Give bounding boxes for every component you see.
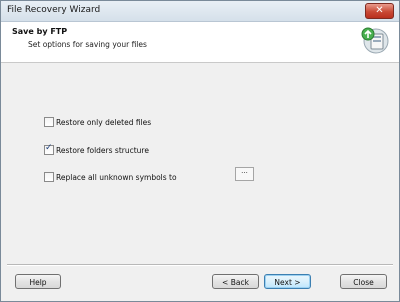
page-title: Save by FTP (12, 27, 68, 36)
back-button[interactable]: < Back (212, 274, 259, 289)
options-panel: Restore only deleted files Restore folde… (1, 63, 399, 263)
page-subtitle: Set options for saving your files (28, 40, 147, 49)
restore-folders-checkbox[interactable] (44, 143, 54, 155)
help-button[interactable]: Help (15, 274, 61, 289)
title-bar: File Recovery Wizard ✕ (1, 1, 399, 22)
option-replace-symbols[interactable]: Replace all unknown symbols to (44, 172, 177, 182)
ftp-save-icon (361, 27, 389, 54)
option-label: Restore folders structure (56, 145, 149, 155)
close-button[interactable]: Close (340, 274, 387, 289)
symbol-picker-button[interactable]: ... (235, 167, 254, 181)
footer-divider (7, 264, 393, 266)
replace-symbols-checkbox[interactable] (44, 172, 54, 182)
wizard-window: File Recovery Wizard ✕ Save by FTP Set o… (0, 0, 400, 302)
option-restore-deleted[interactable]: Restore only deleted files (44, 117, 151, 127)
option-label: Replace all unknown symbols to (56, 172, 177, 182)
option-restore-folders[interactable]: Restore folders structure (44, 143, 149, 155)
window-close-button[interactable]: ✕ (365, 3, 394, 19)
wizard-header: Save by FTP Set options for saving your … (1, 22, 399, 63)
restore-deleted-checkbox[interactable] (44, 117, 54, 127)
window-title: File Recovery Wizard (7, 5, 101, 15)
option-label: Restore only deleted files (56, 117, 152, 127)
next-button[interactable]: Next > (264, 274, 311, 289)
